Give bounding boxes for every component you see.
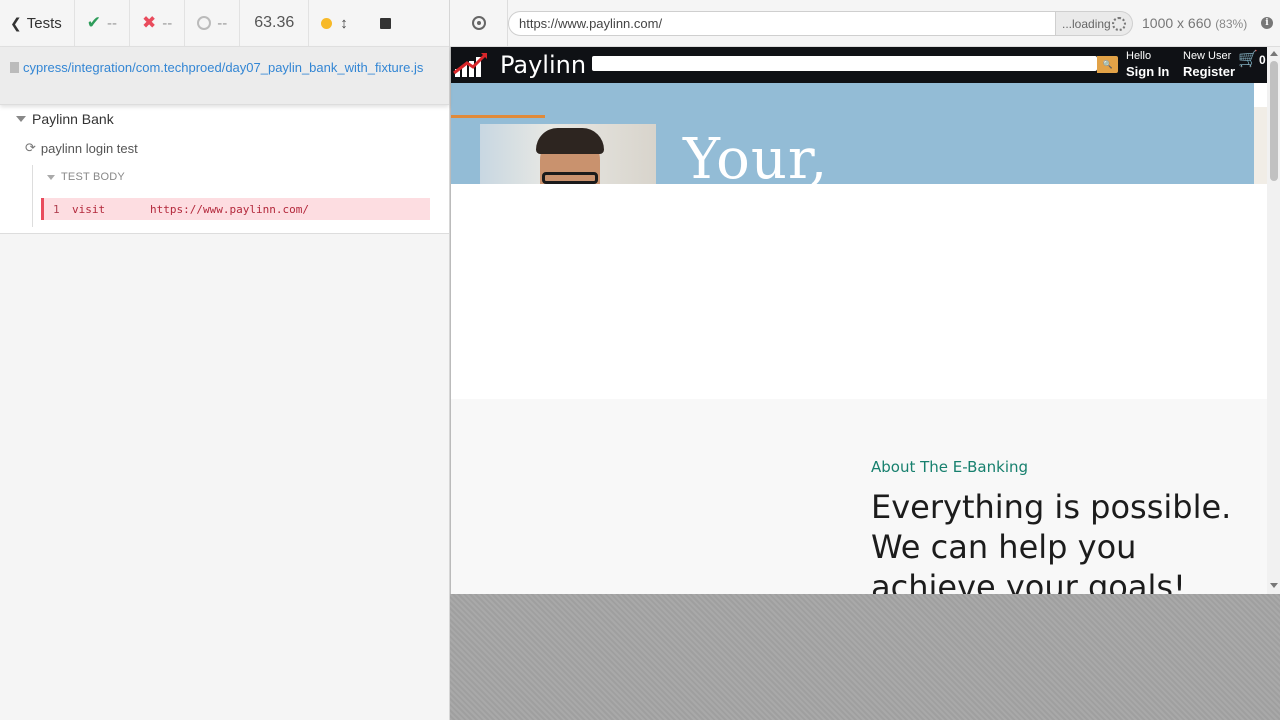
autoscroll-toggle-icon[interactable]: ↕	[340, 15, 348, 32]
aut-panel: https://www.paylinn.com/ ...loading 1000…	[450, 0, 1280, 720]
pending-value: --	[217, 14, 228, 32]
loading-text: ...loading	[1062, 16, 1111, 31]
viewport-info: 1000 x 660 (83%)	[1142, 15, 1247, 31]
sign-in-text: Sign In	[1126, 64, 1170, 79]
hero-heading: Your,	[683, 127, 829, 184]
site-brand[interactable]: Paylinn	[500, 51, 586, 79]
new-user-text: New User	[1183, 50, 1232, 62]
scroll-down-icon[interactable]	[1270, 583, 1278, 588]
failed-count: ✖ --	[130, 0, 186, 47]
test-title[interactable]: ⟳ paylinn login test	[25, 140, 138, 156]
passed-value: --	[107, 14, 117, 32]
suite-title[interactable]: Paylinn Bank	[16, 111, 114, 127]
cypress-runner: ❮ Tests ✔ -- ✖ -- -- 63.36 ↕ cypress/int…	[0, 0, 1280, 720]
reporter-panel: ❮ Tests ✔ -- ✖ -- -- 63.36 ↕ cypress/int…	[0, 0, 450, 720]
hero-side-image	[1254, 107, 1267, 184]
command-row[interactable]: 1 visit https://www.paylinn.com/	[41, 198, 430, 220]
aut-header: https://www.paylinn.com/ ...loading 1000…	[450, 0, 1280, 47]
blank-section	[451, 184, 1267, 399]
failed-value: --	[162, 14, 173, 32]
cart-count: 0	[1259, 53, 1266, 67]
scroll-up-icon[interactable]	[1270, 51, 1278, 56]
command-number: 1	[53, 202, 60, 216]
hero-banner: Your,	[451, 83, 1254, 184]
refresh-icon: ⟳	[25, 140, 36, 155]
test-body-header[interactable]: TEST BODY	[47, 171, 125, 183]
site-search-input[interactable]	[592, 56, 1097, 71]
url-bar[interactable]: https://www.paylinn.com/	[508, 11, 1056, 36]
about-title: Everything is possible. We can help you …	[871, 488, 1232, 594]
about-kicker: About The E-Banking	[871, 458, 1029, 476]
test-title-text: paylinn login test	[40, 140, 138, 156]
selector-playground-button[interactable]	[450, 0, 508, 47]
stop-button[interactable]	[368, 0, 403, 47]
person-hair	[536, 128, 604, 154]
command-name: visit	[72, 202, 106, 216]
chevron-left-icon: ❮	[10, 14, 22, 31]
stop-icon	[379, 17, 391, 29]
spec-file-path: cypress/integration/com.techproed/day07_…	[0, 47, 449, 105]
caret-down-icon	[16, 116, 26, 122]
viewport-scale: (83%)	[1215, 17, 1248, 31]
hello-text: Hello	[1126, 50, 1152, 62]
test-body-label: TEST BODY	[61, 171, 125, 183]
site-navbar: Paylinn 🔍 Hello Sign In New User Registe…	[451, 47, 1267, 83]
crosshair-icon	[471, 16, 486, 30]
tests-label: Tests	[26, 14, 62, 32]
x-icon: ✖	[142, 13, 157, 32]
aut-iframe: Paylinn 🔍 Hello Sign In New User Registe…	[450, 47, 1280, 594]
register-text: Register	[1183, 64, 1236, 79]
tests-button[interactable]: ❮ Tests	[0, 0, 75, 47]
loading-indicator: ...loading	[1056, 11, 1133, 36]
duration: 63.36	[240, 0, 310, 47]
cart-icon[interactable]: 🛒	[1238, 49, 1258, 69]
caret-down-icon	[47, 174, 55, 180]
file-icon	[10, 62, 19, 73]
spec-file-link[interactable]: cypress/integration/com.techproed/day07_…	[23, 60, 423, 75]
sign-in-link[interactable]: Hello Sign In	[1126, 49, 1169, 79]
spinner-icon	[1112, 16, 1126, 31]
runnables-list: Paylinn Bank ⟳ paylinn login test TEST B…	[0, 105, 449, 234]
viewport-size: 1000 x 660	[1142, 15, 1212, 31]
test-body: TEST BODY 1 visit https://www.paylinn.co…	[32, 165, 432, 227]
command-message: https://www.paylinn.com/	[150, 202, 309, 216]
paylinn-logo-icon[interactable]	[453, 51, 489, 79]
hero-accent-line	[451, 115, 545, 118]
check-icon: ✔	[86, 13, 101, 32]
passed-count: ✔ --	[75, 0, 130, 47]
info-icon[interactable]: i	[1261, 17, 1273, 29]
register-link[interactable]: New User Register	[1183, 49, 1235, 79]
suite-title-text: Paylinn Bank	[32, 111, 114, 127]
about-section: About The E-Banking Everything is possib…	[451, 399, 1267, 594]
run-controls: ↕	[309, 0, 360, 47]
running-indicator-icon	[321, 17, 333, 29]
pending-count: --	[185, 0, 241, 47]
scroll-thumb[interactable]	[1270, 61, 1278, 181]
pending-circle-icon	[197, 16, 212, 30]
person-glasses	[542, 172, 598, 184]
reporter-stats-bar: ❮ Tests ✔ -- ✖ -- -- 63.36 ↕	[0, 0, 449, 47]
page-scrollbar[interactable]	[1267, 47, 1280, 594]
hero-photo	[480, 124, 656, 184]
site-search-button[interactable]: 🔍	[1097, 56, 1118, 73]
